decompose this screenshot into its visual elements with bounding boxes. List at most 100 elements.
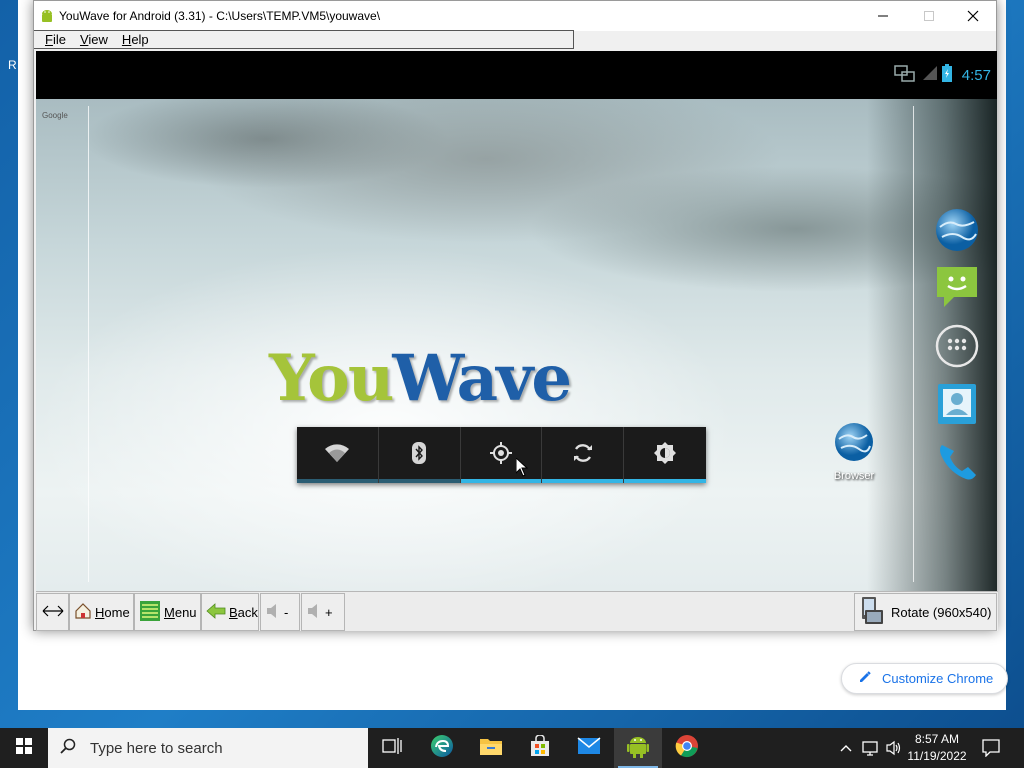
minimize-button[interactable] (860, 1, 906, 31)
device-rotate-icon (859, 596, 885, 629)
tray-date: 11/19/2022 (907, 749, 967, 763)
contacts-icon (934, 384, 980, 431)
windows-taskbar: Type here to search 8:57 AM 11/19/2022 (0, 728, 1024, 768)
taskbar-edge[interactable] (418, 728, 466, 768)
sync-indicator (542, 479, 624, 483)
rotate-button[interactable]: Rotate (960x540) (854, 593, 997, 631)
wifi-indicator (297, 479, 378, 483)
network-tray-icon[interactable] (862, 740, 880, 761)
taskbar-search-box[interactable]: Type here to search (48, 728, 368, 768)
volume-down-button[interactable]: - (260, 593, 300, 631)
file-explorer-icon (479, 736, 503, 761)
start-button[interactable] (0, 728, 48, 768)
customize-chrome-label: Customize Chrome (882, 671, 994, 686)
horizontal-arrows-icon (42, 605, 64, 620)
desktop-icon-partial: R (8, 58, 17, 72)
store-icon (529, 733, 551, 762)
tray-time: 8:57 AM (914, 732, 960, 746)
dock-phone[interactable] (934, 439, 980, 485)
phone-icon (934, 445, 980, 489)
dock-app-drawer[interactable] (934, 323, 980, 369)
menu-label: Menu (164, 604, 197, 620)
android-status-bar[interactable]: 4:57 (36, 51, 997, 99)
volume-up-label: + (325, 604, 333, 620)
taskbar-task-view[interactable] (368, 728, 416, 768)
menu-bar: File View Help (34, 30, 574, 49)
taskbar-file-explorer[interactable] (467, 728, 515, 768)
android-app-icon (39, 8, 55, 24)
home-button[interactable]: Home (69, 593, 134, 631)
chrome-icon (675, 734, 699, 763)
search-icon (60, 738, 76, 759)
menu-help[interactable]: Help (115, 32, 156, 47)
tray-clock[interactable]: 8:57 AM 11/19/2022 (905, 731, 969, 765)
status-clock: 4:57 (961, 67, 991, 84)
browser-shortcut[interactable]: Browser (826, 421, 882, 482)
gps-toggle[interactable] (460, 427, 543, 483)
maximize-button[interactable] (906, 1, 952, 31)
taskbar-mail[interactable] (565, 728, 613, 768)
logo-wave: Wave (392, 341, 572, 416)
youwave-icon (627, 734, 649, 763)
dock-messaging[interactable] (934, 263, 980, 309)
bluetooth-indicator (378, 479, 460, 483)
notifications-icon[interactable] (982, 739, 1000, 762)
youwave-toolbar: Home Menu Back - + Rotate (960x540) (36, 591, 998, 631)
google-search-widget[interactable]: Google (42, 111, 68, 120)
youwave-logo: YouWave (269, 341, 572, 416)
speaker-icon (306, 603, 322, 622)
close-button[interactable] (950, 1, 996, 31)
power-control-widget (297, 427, 706, 483)
network-icon (894, 65, 916, 88)
sync-icon (571, 441, 595, 470)
volume-tray-icon[interactable] (885, 740, 903, 761)
menu-button[interactable]: Menu (134, 593, 201, 631)
sync-toggle[interactable] (542, 427, 625, 483)
android-screen[interactable]: 4:57 Google YouWave Browser (36, 51, 997, 591)
bluetooth-toggle[interactable] (378, 427, 461, 483)
mail-icon (577, 736, 601, 760)
bluetooth-icon (411, 441, 427, 470)
mouse-cursor (515, 456, 529, 482)
search-placeholder: Type here to search (90, 739, 223, 757)
taskbar-store[interactable] (516, 728, 564, 768)
signal-icon (922, 65, 938, 86)
menu-file[interactable]: File (38, 32, 73, 47)
speaker-icon (265, 603, 281, 622)
volume-down-label: - (284, 604, 289, 620)
battery-icon (942, 64, 952, 87)
back-arrow-icon (206, 602, 226, 622)
menu-view[interactable]: View (73, 32, 115, 47)
dock-browser[interactable] (934, 207, 980, 253)
title-bar[interactable]: YouWave for Android (3.31) - C:\Users\TE… (34, 1, 996, 31)
show-hidden-icons-chevron-icon[interactable] (839, 741, 853, 760)
windows-logo-icon (16, 737, 32, 759)
wifi-icon (323, 442, 351, 469)
browser-globe-icon (833, 423, 875, 467)
dock-contacts[interactable] (934, 381, 980, 427)
logo-you: You (269, 341, 394, 416)
volume-up-button[interactable]: + (301, 593, 345, 631)
home-label: Home (95, 604, 130, 620)
pencil-icon (858, 670, 872, 687)
back-label: Back (229, 604, 258, 620)
homescreen-edge-left (88, 106, 89, 582)
wifi-toggle[interactable] (297, 427, 379, 483)
taskbar-youwave[interactable] (614, 728, 662, 768)
customize-chrome-button[interactable]: Customize Chrome (841, 663, 1008, 694)
app-drawer-icon (934, 324, 980, 373)
gps-indicator (460, 479, 542, 483)
homescreen-edge-right (913, 106, 914, 582)
task-view-icon (382, 737, 402, 760)
edge-icon (430, 734, 454, 763)
brightness-toggle[interactable] (624, 427, 706, 483)
browser-shortcut-label: Browser (833, 470, 875, 482)
taskbar-chrome[interactable] (663, 728, 711, 768)
back-button[interactable]: Back (201, 593, 259, 631)
rotate-label: Rotate (960x540) (891, 604, 992, 620)
home-icon (74, 602, 92, 623)
brightness-indicator (624, 479, 706, 483)
gps-icon (489, 441, 513, 470)
window-title: YouWave for Android (3.31) - C:\Users\TE… (59, 9, 381, 23)
resize-button[interactable] (36, 593, 69, 631)
